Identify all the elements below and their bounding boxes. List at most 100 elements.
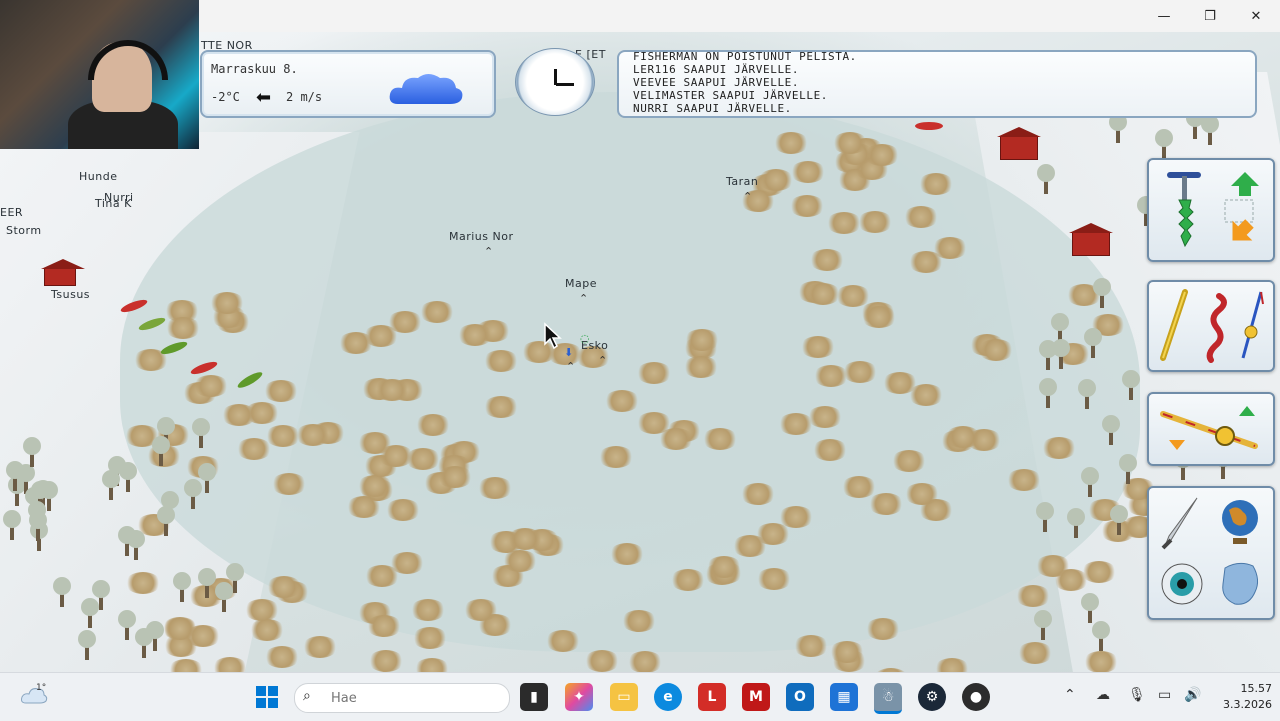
eye-icon[interactable] bbox=[1157, 556, 1207, 612]
player-label-tsusus[interactable]: Tsusus bbox=[51, 288, 90, 301]
tree bbox=[1078, 378, 1097, 409]
tree bbox=[81, 598, 100, 629]
reed-clump bbox=[1016, 641, 1053, 664]
tree bbox=[1118, 454, 1137, 485]
reed-clump bbox=[701, 428, 738, 451]
clock-date[interactable]: 15.57 3.3.2026 bbox=[1212, 681, 1272, 713]
display-icon[interactable]: ▭ bbox=[1158, 687, 1171, 703]
cabin bbox=[997, 127, 1041, 160]
clock-icon[interactable] bbox=[515, 48, 595, 116]
tree bbox=[1033, 609, 1052, 640]
minimize-button[interactable]: — bbox=[1141, 0, 1187, 32]
tree bbox=[28, 510, 47, 541]
weather-temp-text: 1° bbox=[36, 683, 47, 693]
message-line: VEEVEE SAAPUI JÄRVELLE. bbox=[633, 76, 800, 89]
player-label-hunde[interactable]: Hunde bbox=[79, 170, 117, 183]
file-explorer-icon[interactable]: ▭ bbox=[610, 683, 638, 711]
date-text: 3.3.2026 bbox=[1223, 698, 1272, 711]
message-line: VELIMASTER SAAPUI JÄRVELLE. bbox=[633, 89, 829, 102]
tree bbox=[1038, 377, 1057, 408]
volume-icon[interactable]: 🔊 bbox=[1184, 687, 1201, 703]
reed-clump bbox=[386, 311, 423, 334]
obs-icon[interactable]: ● bbox=[962, 683, 990, 711]
reed-clump bbox=[609, 542, 646, 565]
tool-panel-misc bbox=[1147, 486, 1275, 620]
player-label-mape[interactable]: Mape bbox=[565, 277, 597, 290]
reed-clump bbox=[903, 482, 940, 505]
tree bbox=[1091, 621, 1110, 652]
worm-bait-icon[interactable] bbox=[1195, 288, 1231, 364]
copilot-icon[interactable]: ✦ bbox=[565, 683, 593, 711]
player-label-tina-k[interactable]: Tina K bbox=[95, 197, 132, 210]
reed-clump bbox=[934, 657, 971, 672]
reed-clump bbox=[1041, 436, 1078, 459]
tree bbox=[1067, 507, 1085, 538]
time-text: 15.57 bbox=[1240, 682, 1273, 695]
move-arrows-icon[interactable] bbox=[1215, 166, 1263, 254]
sled bbox=[915, 122, 943, 130]
tree bbox=[198, 568, 217, 599]
weather-widget[interactable]: 1° bbox=[20, 681, 48, 709]
tree bbox=[1155, 128, 1174, 159]
tree bbox=[1081, 593, 1100, 624]
mcafee-icon[interactable]: M bbox=[742, 683, 770, 711]
player-label-taran[interactable]: Taran bbox=[726, 175, 758, 188]
tree bbox=[119, 462, 138, 493]
steam-icon[interactable]: ⚙ bbox=[918, 683, 946, 711]
fishing-rod-gold-icon[interactable] bbox=[1155, 288, 1191, 364]
maximize-button[interactable]: ❐ bbox=[1187, 0, 1233, 32]
jig-rod-icon[interactable] bbox=[1233, 288, 1269, 364]
tree bbox=[102, 470, 121, 501]
reed-clump bbox=[1083, 651, 1120, 672]
message-log: FISHERMAN ON POISTUNUT PELISTÄ. LER116 S… bbox=[617, 50, 1257, 118]
tree bbox=[135, 628, 154, 659]
edge-icon[interactable]: e bbox=[654, 683, 682, 711]
reed-clump bbox=[789, 161, 826, 184]
close-button[interactable]: ✕ bbox=[1233, 0, 1279, 32]
tree bbox=[1109, 504, 1128, 535]
reed-clump bbox=[437, 465, 474, 488]
microphone-icon[interactable]: 🎙 bbox=[1128, 687, 1146, 703]
tree bbox=[1051, 339, 1070, 370]
search-box[interactable]: ⌕ bbox=[294, 683, 510, 713]
task-view-icon[interactable]: ▮ bbox=[520, 683, 548, 711]
tree bbox=[53, 576, 72, 607]
player-label-marius-nor[interactable]: Marius Nor bbox=[449, 230, 514, 243]
tree bbox=[145, 621, 164, 652]
taskbar: 1° ⌕ ▮ ✦ ▭ e L M O ▦ ☃ ⚙ ● ⌃ ☁ 🎙 ▭ 🔊 15.… bbox=[0, 672, 1280, 721]
reed-clump bbox=[1015, 584, 1052, 607]
tree bbox=[77, 629, 96, 660]
reed-clump bbox=[812, 438, 849, 461]
angler-icon: ⌃ bbox=[566, 360, 576, 373]
webcam-overlay bbox=[0, 0, 199, 149]
arrow-left-icon: ⬅ bbox=[256, 87, 272, 108]
globe-icon[interactable] bbox=[1215, 494, 1265, 550]
reed-clump bbox=[346, 495, 383, 518]
ice-map-icon[interactable] bbox=[1215, 556, 1265, 612]
ice-rod-icon[interactable] bbox=[1155, 400, 1267, 458]
outlook-icon[interactable]: O bbox=[786, 683, 814, 711]
cloud-icon bbox=[389, 74, 463, 104]
network-cloud-icon[interactable]: ☁ bbox=[1096, 687, 1110, 703]
game-icon[interactable]: ☃ bbox=[874, 683, 902, 714]
store-icon[interactable]: ▦ bbox=[830, 683, 858, 711]
reed-clump bbox=[265, 575, 302, 598]
knife-icon[interactable] bbox=[1157, 494, 1207, 550]
reed-clump bbox=[411, 627, 448, 650]
reed-clump bbox=[302, 636, 339, 659]
reed-clump bbox=[1006, 468, 1043, 491]
tree bbox=[184, 478, 203, 509]
tree bbox=[156, 505, 175, 536]
tree bbox=[198, 463, 217, 494]
start-icon[interactable] bbox=[253, 683, 281, 711]
reed-clump bbox=[812, 364, 849, 387]
lastpass-icon[interactable]: L bbox=[698, 683, 726, 711]
chevron-up-icon[interactable]: ⌃ bbox=[1064, 687, 1076, 703]
player-label-storm[interactable]: Storm bbox=[6, 224, 42, 237]
ice-auger-icon[interactable] bbox=[1159, 166, 1211, 254]
search-input[interactable] bbox=[329, 688, 503, 708]
reed-clump bbox=[264, 645, 301, 668]
reed-clump bbox=[917, 173, 954, 196]
reed-clump bbox=[792, 635, 829, 658]
reed-clump bbox=[124, 571, 161, 594]
